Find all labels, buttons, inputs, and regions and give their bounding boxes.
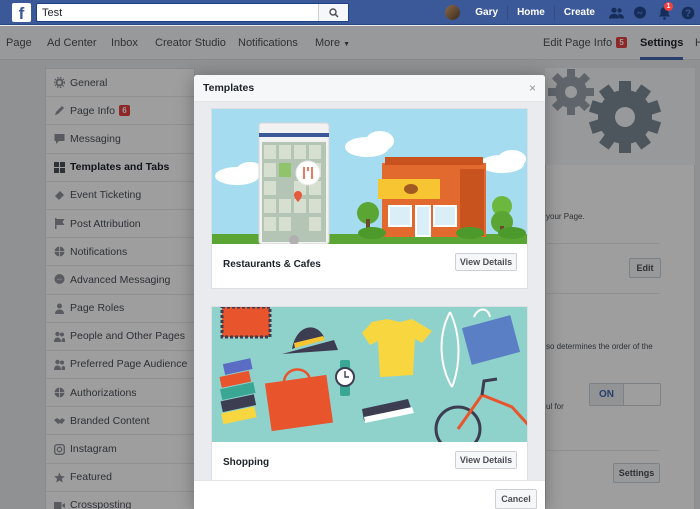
dialog-title: Templates (203, 82, 255, 94)
search-input[interactable] (37, 4, 317, 21)
shopping-illustration (212, 307, 527, 442)
card-footer: Restaurants & Cafes View Details (212, 244, 527, 288)
notifications-button[interactable]: 1 (652, 0, 676, 25)
avatar[interactable] (445, 5, 461, 20)
card-title: Restaurants & Cafes (223, 259, 321, 270)
card-title: Shopping (223, 457, 270, 468)
dialog-body[interactable]: Restaurants & Cafes View Details Shoppin… (194, 102, 545, 480)
friend-requests-button[interactable] (604, 0, 628, 25)
restaurant-illustration (212, 109, 527, 244)
search-icon (328, 7, 339, 18)
top-right-nav: Gary Home Create 1 ? (445, 0, 700, 25)
profile-link[interactable]: Gary (466, 5, 509, 20)
messenger-icon (634, 6, 646, 18)
card-footer: Shopping View Details (212, 442, 527, 480)
close-icon[interactable]: × (529, 75, 536, 102)
help-button[interactable]: ? (676, 0, 700, 25)
view-details-button[interactable]: View Details (455, 253, 517, 271)
dialog-footer: Cancel (194, 480, 545, 509)
dialog-header: Templates × (194, 75, 545, 102)
friends-icon (608, 7, 624, 18)
search-box (36, 3, 349, 22)
templates-dialog: Templates × Restaurants & Cafes View Det… (194, 75, 545, 509)
facebook-logo-icon[interactable]: f (12, 3, 31, 22)
question-icon: ? (681, 6, 695, 19)
search-button[interactable] (318, 4, 348, 21)
svg-text:?: ? (685, 8, 691, 19)
view-details-button[interactable]: View Details (455, 451, 517, 469)
messages-button[interactable] (628, 0, 652, 25)
cancel-button[interactable]: Cancel (495, 489, 537, 509)
template-card-shopping: Shopping View Details (211, 306, 528, 480)
top-bar: f Gary Home Create 1 ? (0, 0, 700, 25)
create-link[interactable]: Create (555, 5, 604, 20)
notification-count-badge: 1 (664, 2, 673, 11)
home-link[interactable]: Home (508, 5, 555, 20)
template-card-restaurants: Restaurants & Cafes View Details (211, 108, 528, 289)
